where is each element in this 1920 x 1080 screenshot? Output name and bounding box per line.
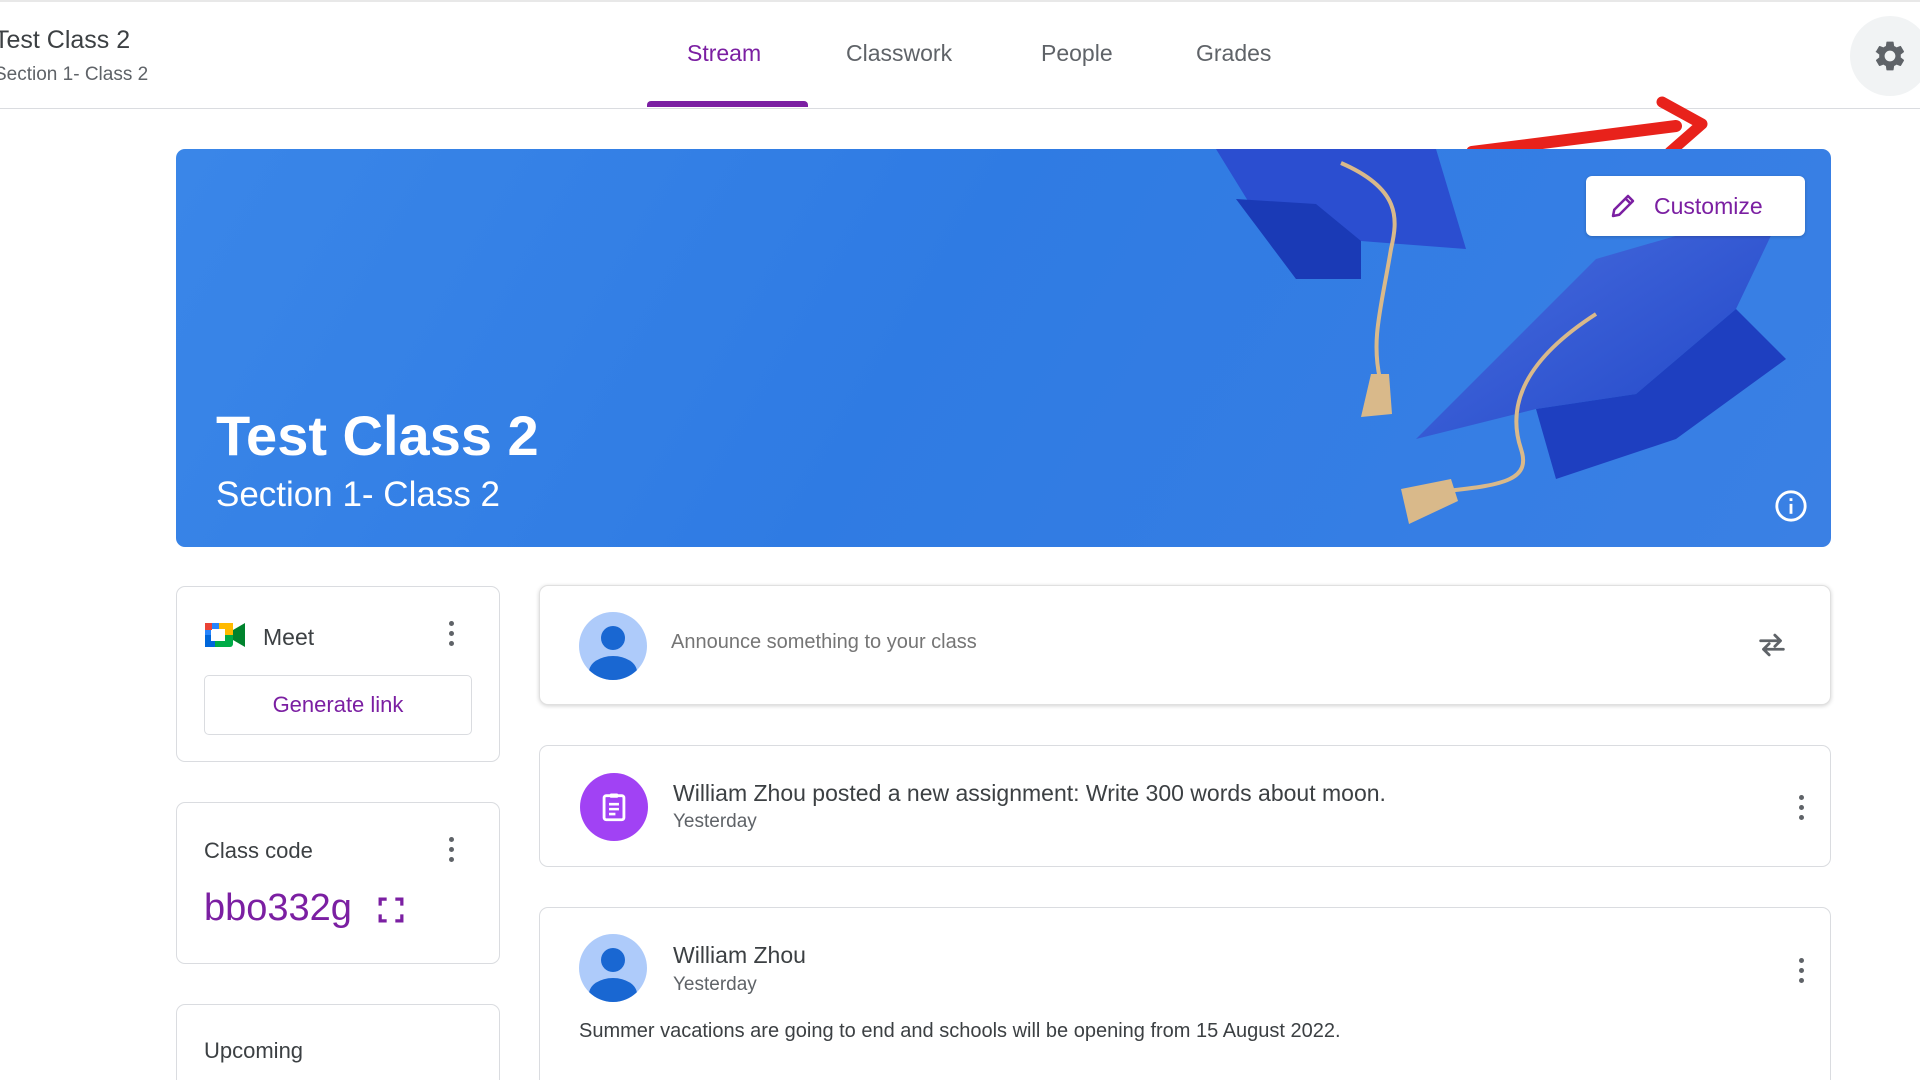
post-title[interactable]: William Zhou posted a new assignment: Wr… <box>673 780 1386 807</box>
info-icon[interactable] <box>1774 489 1808 523</box>
assignment-post[interactable]: William Zhou posted a new assignment: Wr… <box>539 745 1831 867</box>
gear-icon <box>1875 41 1905 71</box>
post-date: Yesterday <box>673 974 757 995</box>
meet-more-options-icon[interactable] <box>439 615 463 651</box>
top-edge <box>0 0 1920 2</box>
tab-grades[interactable]: Grades <box>1196 40 1271 67</box>
announce-input[interactable] <box>671 631 1571 654</box>
post-date: Yesterday <box>673 811 757 832</box>
generate-link-button[interactable]: Generate link <box>204 675 472 735</box>
customize-button[interactable]: Customize <box>1586 176 1805 236</box>
fullscreen-icon[interactable] <box>378 897 404 923</box>
customize-label: Customize <box>1654 192 1763 219</box>
banner-class-subtitle: Section 1- Class 2 <box>216 475 501 514</box>
upcoming-label: Upcoming <box>204 1038 304 1063</box>
google-meet-icon <box>205 623 245 647</box>
post-more-options-icon[interactable] <box>1789 952 1813 988</box>
announcement-post: William Zhou Yesterday Summer vacations … <box>539 907 1831 1080</box>
settings-button[interactable] <box>1850 16 1920 96</box>
post-more-options-icon[interactable] <box>1789 789 1813 825</box>
author-avatar-icon <box>579 934 647 1002</box>
header-class-subtitle: Section 1- Class 2 <box>0 64 149 85</box>
active-tab-indicator <box>647 101 808 107</box>
meet-label: Meet <box>263 624 315 650</box>
upcoming-card: Upcoming <box>176 1004 500 1080</box>
user-avatar-icon <box>579 612 647 680</box>
class-code-value: bbo332g <box>204 887 352 929</box>
class-code-card: Class code bbo332g <box>176 802 500 964</box>
tab-stream[interactable]: Stream <box>687 40 761 67</box>
post-author: William Zhou <box>673 942 806 968</box>
post-body: Summer vacations are going to end and sc… <box>579 1020 1341 1042</box>
class-code-more-options-icon[interactable] <box>439 831 463 867</box>
class-banner: Test Class 2 Section 1- Class 2 Customiz… <box>176 149 1831 547</box>
banner-class-title: Test Class 2 <box>216 404 539 467</box>
assignment-icon <box>580 773 648 841</box>
tab-people[interactable]: People <box>1041 40 1113 67</box>
repost-icon[interactable] <box>1755 628 1789 662</box>
announce-box[interactable] <box>539 585 1831 705</box>
pencil-icon <box>1611 194 1635 218</box>
meet-card: Meet Generate link <box>176 586 500 762</box>
tab-classwork[interactable]: Classwork <box>846 40 952 67</box>
class-code-label: Class code <box>204 838 313 863</box>
header-class-title[interactable]: Test Class 2 <box>0 26 130 55</box>
